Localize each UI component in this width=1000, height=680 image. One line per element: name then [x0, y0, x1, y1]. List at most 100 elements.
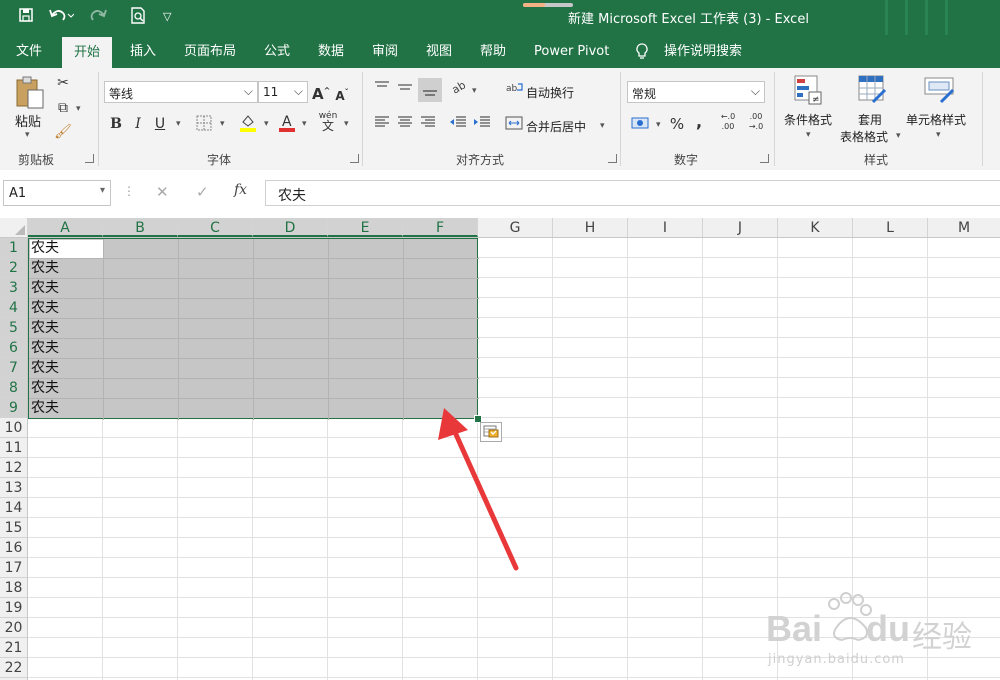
row-header[interactable]: 18: [0, 578, 27, 598]
paste-button[interactable]: 粘贴: [15, 111, 41, 130]
column-header-l[interactable]: L: [853, 218, 928, 237]
column-header-c[interactable]: C: [178, 218, 253, 237]
column-header-a[interactable]: A: [28, 218, 103, 237]
column-header-m[interactable]: M: [928, 218, 1000, 237]
print-preview-icon[interactable]: [130, 7, 146, 27]
cancel-entry-icon[interactable]: ✕: [156, 183, 169, 201]
row-header[interactable]: 13: [0, 478, 27, 498]
row-header[interactable]: 15: [0, 518, 27, 538]
format-as-table-dropdown-icon[interactable]: ▾: [896, 131, 901, 141]
row-header[interactable]: 1: [0, 238, 27, 258]
tab-home[interactable]: 开始: [62, 37, 113, 68]
align-left-icon[interactable]: [372, 115, 392, 134]
font-name-combo[interactable]: 等线 ⌵: [104, 81, 258, 103]
row-header[interactable]: 5: [0, 318, 27, 338]
selection-range[interactable]: [28, 238, 479, 420]
customize-qat-icon[interactable]: ▽: [163, 7, 171, 27]
tab-power-pivot[interactable]: Power Pivot: [534, 35, 609, 68]
conditional-dropdown-icon[interactable]: ▾: [806, 130, 811, 140]
cell-styles-button[interactable]: 单元格样式: [906, 111, 966, 128]
tab-file[interactable]: 文件: [16, 35, 42, 68]
column-header-e[interactable]: E: [328, 218, 403, 237]
row-header[interactable]: 12: [0, 458, 27, 478]
merge-center-button[interactable]: 合并后居中: [526, 118, 586, 135]
cell-a4[interactable]: 农夫: [31, 298, 59, 318]
orientation-icon[interactable]: ab: [450, 78, 470, 99]
merge-dropdown-icon[interactable]: ▾: [600, 121, 605, 131]
align-bottom-icon[interactable]: [418, 78, 442, 102]
row-header[interactable]: 4: [0, 298, 27, 318]
alignment-launcher-icon[interactable]: [608, 154, 617, 163]
font-launcher-icon[interactable]: [350, 154, 359, 163]
merge-center-icon[interactable]: [504, 116, 524, 135]
column-header-h[interactable]: H: [553, 218, 628, 237]
row-header[interactable]: 2: [0, 258, 27, 278]
paste-icon[interactable]: [12, 74, 48, 114]
tab-insert[interactable]: 插入: [130, 35, 156, 68]
fill-color-icon[interactable]: [238, 113, 258, 138]
row-header[interactable]: 19: [0, 598, 27, 618]
comma-button[interactable]: ,: [692, 113, 706, 131]
insert-function-icon[interactable]: fx: [234, 182, 247, 198]
enter-entry-icon[interactable]: ✓: [196, 183, 209, 201]
cell-a2[interactable]: 农夫: [31, 258, 59, 278]
format-painter-icon[interactable]: 🖌: [54, 123, 72, 141]
row-header[interactable]: 8: [0, 378, 27, 398]
row-header[interactable]: 16: [0, 538, 27, 558]
cell-a8[interactable]: 农夫: [31, 378, 59, 398]
select-all-corner[interactable]: [0, 218, 28, 237]
row-header[interactable]: 3: [0, 278, 27, 298]
paste-dropdown-icon[interactable]: ▾: [25, 130, 30, 140]
row-header[interactable]: 20: [0, 618, 27, 638]
font-color-dropdown-icon[interactable]: ▾: [302, 119, 307, 129]
accounting-format-icon[interactable]: [630, 115, 652, 136]
format-as-table-line1[interactable]: 套用: [858, 111, 882, 128]
accounting-dropdown-icon[interactable]: ▾: [656, 120, 661, 130]
undo-icon[interactable]: [48, 7, 75, 27]
tab-review[interactable]: 审阅: [372, 35, 398, 68]
column-header-d[interactable]: D: [253, 218, 328, 237]
column-header-b[interactable]: B: [103, 218, 178, 237]
bold-button[interactable]: B: [108, 115, 124, 133]
row-header[interactable]: 21: [0, 638, 27, 658]
save-icon[interactable]: [18, 7, 34, 27]
row-header[interactable]: 11: [0, 438, 27, 458]
font-color-icon[interactable]: A: [278, 113, 296, 138]
format-as-table-icon[interactable]: [856, 74, 888, 108]
font-size-combo[interactable]: 11 ⌵: [258, 81, 308, 103]
row-header[interactable]: 6: [0, 338, 27, 358]
copy-icon[interactable]: ⧉: [54, 99, 72, 117]
cut-icon[interactable]: ✂: [54, 74, 72, 92]
cell-a7[interactable]: 农夫: [31, 358, 59, 378]
row-header[interactable]: 10: [0, 418, 27, 438]
wrap-text-icon[interactable]: ab: [506, 81, 524, 100]
borders-icon[interactable]: [194, 115, 214, 136]
row-header[interactable]: 9: [0, 398, 27, 418]
align-middle-icon[interactable]: [395, 80, 415, 99]
conditional-formatting-button[interactable]: 条件格式: [784, 111, 832, 128]
name-box[interactable]: A1 ▾: [3, 180, 111, 206]
italic-button[interactable]: I: [130, 115, 146, 133]
cell-styles-icon[interactable]: [922, 74, 958, 108]
decrease-indent-icon[interactable]: [448, 115, 468, 134]
increase-decimal-button[interactable]: ←.0.00: [716, 112, 740, 132]
tab-formulas[interactable]: 公式: [264, 35, 290, 68]
column-header-g[interactable]: G: [478, 218, 553, 237]
formula-input[interactable]: 农夫: [265, 180, 1000, 206]
row-header[interactable]: 17: [0, 558, 27, 578]
number-format-combo[interactable]: 常规 ⌵: [627, 81, 765, 103]
number-launcher-icon[interactable]: [760, 154, 769, 163]
cell-a5[interactable]: 农夫: [31, 318, 59, 338]
phonetic-guide-icon[interactable]: wén 文: [318, 111, 338, 133]
cell-a9[interactable]: 农夫: [31, 398, 59, 418]
clipboard-launcher-icon[interactable]: [85, 154, 94, 163]
percent-button[interactable]: %: [668, 115, 686, 133]
copy-dropdown-icon[interactable]: ▾: [76, 104, 81, 114]
conditional-formatting-icon[interactable]: ≠: [792, 74, 824, 108]
column-header-i[interactable]: I: [628, 218, 703, 237]
format-as-table-button[interactable]: 表格格式: [840, 128, 888, 145]
align-top-icon[interactable]: [372, 80, 392, 99]
underline-button[interactable]: U: [152, 115, 168, 133]
cell-a6[interactable]: 农夫: [31, 338, 59, 358]
column-header-f[interactable]: F: [403, 218, 478, 237]
